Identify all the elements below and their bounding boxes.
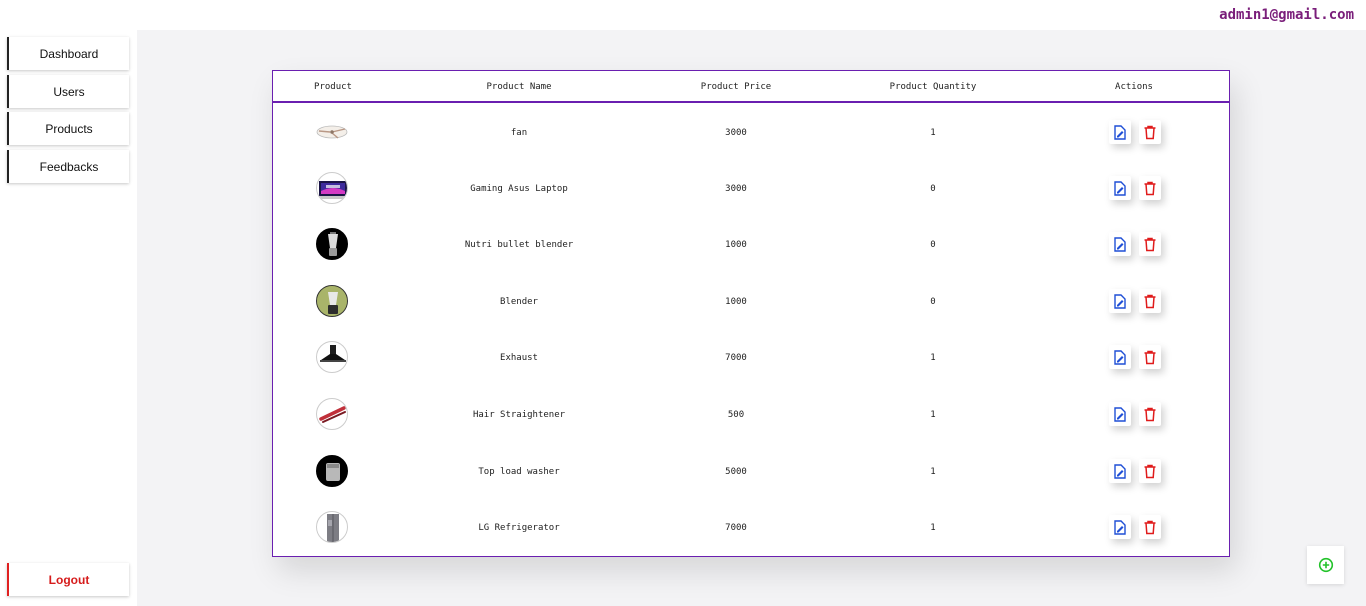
trash-icon: [1144, 181, 1156, 195]
table-row: LG Refrigerator 7000 1: [273, 499, 1229, 555]
product-price: 1000: [725, 240, 747, 250]
product-name: LG Refrigerator: [478, 523, 560, 533]
trash-icon: [1144, 464, 1156, 478]
trash-icon: [1144, 350, 1156, 364]
sidebar: Dashboard Users Products Feedbacks Logou…: [0, 0, 137, 606]
sidebar-item-label: Feedbacks: [39, 159, 99, 174]
delete-button[interactable]: [1139, 120, 1161, 144]
sidebar-item-label: Users: [53, 84, 85, 99]
table-row: Nutri bullet blender 1000 0: [273, 216, 1229, 272]
product-name: Hair Straightener: [472, 410, 566, 420]
edit-button[interactable]: [1109, 459, 1131, 483]
sidebar-item-users[interactable]: Users: [7, 75, 129, 108]
table-row: Gaming Asus Laptop 3000 0: [273, 160, 1229, 216]
logout-label: Logout: [48, 572, 90, 587]
product-price: 3000: [725, 128, 747, 138]
column-header-actions: Actions: [1115, 82, 1153, 92]
edit-button[interactable]: [1109, 515, 1131, 539]
product-quantity: 0: [930, 240, 936, 250]
product-quantity: 0: [930, 184, 936, 194]
sidebar-item-label: Dashboard: [39, 46, 99, 61]
trash-icon: [1144, 407, 1156, 421]
edit-button[interactable]: [1109, 232, 1131, 256]
column-header-product-price: Product Price: [700, 82, 772, 92]
trash-icon: [1144, 125, 1156, 139]
product-name: Blender: [500, 297, 538, 307]
table-row: Top load washer 5000 1: [273, 443, 1229, 499]
product-quantity: 0: [930, 297, 936, 307]
product-price: 7000: [725, 353, 747, 363]
product-name: fan: [510, 128, 528, 138]
sidebar-item-label: Products: [45, 121, 93, 136]
refrigerator-thumbnail: [316, 511, 348, 543]
edit-icon: [1114, 293, 1126, 309]
edit-button[interactable]: [1109, 345, 1131, 369]
delete-button[interactable]: [1139, 176, 1161, 200]
fan-thumbnail: [316, 116, 348, 148]
delete-button[interactable]: [1139, 515, 1161, 539]
product-quantity: 1: [930, 128, 936, 138]
add-product-button[interactable]: [1307, 546, 1344, 584]
product-price: 5000: [725, 467, 747, 477]
sidebar-item-dashboard[interactable]: Dashboard: [7, 37, 129, 70]
exhaust-hood-thumbnail: [316, 341, 348, 373]
column-header-product-quantity: Product Quantity: [889, 82, 977, 92]
blender-thumbnail: [316, 285, 348, 317]
edit-icon: [1114, 236, 1126, 252]
products-table: Product Product Name Product Price Produ…: [272, 70, 1230, 557]
product-name: Gaming Asus Laptop: [470, 184, 568, 194]
product-quantity: 1: [930, 467, 936, 477]
product-quantity: 1: [930, 410, 936, 420]
logout-button[interactable]: Logout: [7, 563, 129, 596]
delete-button[interactable]: [1139, 345, 1161, 369]
plus-circle-icon: [1318, 557, 1333, 573]
hair-straightener-thumbnail: [316, 398, 348, 430]
product-price: 3000: [725, 184, 747, 194]
product-name: Exhaust: [500, 353, 538, 363]
sidebar-item-feedbacks[interactable]: Feedbacks: [7, 150, 129, 183]
table-row: Blender 1000 0: [273, 273, 1229, 329]
trash-icon: [1144, 294, 1156, 308]
product-price: 1000: [725, 297, 747, 307]
delete-button[interactable]: [1139, 232, 1161, 256]
edit-icon: [1114, 406, 1126, 422]
table-header: Product Product Name Product Price Produ…: [273, 71, 1229, 103]
product-name: Nutri bullet blender: [464, 240, 574, 250]
product-quantity: 1: [930, 353, 936, 363]
edit-icon: [1114, 463, 1126, 479]
washer-thumbnail: [316, 455, 348, 487]
edit-icon: [1114, 349, 1126, 365]
edit-icon: [1114, 124, 1126, 140]
edit-button[interactable]: [1109, 289, 1131, 313]
edit-button[interactable]: [1109, 176, 1131, 200]
product-name: Top load washer: [478, 467, 560, 477]
table-row: fan 3000 1: [273, 104, 1229, 160]
delete-button[interactable]: [1139, 459, 1161, 483]
trash-icon: [1144, 520, 1156, 534]
product-price: 7000: [725, 523, 747, 533]
edit-button[interactable]: [1109, 120, 1131, 144]
top-bar: admin1@gmail.com: [137, 0, 1366, 30]
sidebar-item-products[interactable]: Products: [7, 112, 129, 145]
laptop-thumbnail: [316, 172, 348, 204]
product-price: 500: [727, 410, 745, 420]
edit-icon: [1114, 180, 1126, 196]
column-header-product-name: Product Name: [486, 82, 552, 92]
edit-button[interactable]: [1109, 402, 1131, 426]
trash-icon: [1144, 237, 1156, 251]
delete-button[interactable]: [1139, 402, 1161, 426]
table-row: Hair Straightener 500 1: [273, 386, 1229, 442]
delete-button[interactable]: [1139, 289, 1161, 313]
blender-thumbnail: [316, 228, 348, 260]
user-email: admin1@gmail.com: [1219, 7, 1354, 23]
edit-icon: [1114, 519, 1126, 535]
product-quantity: 1: [930, 523, 936, 533]
column-header-product: Product: [314, 82, 352, 92]
table-row: Exhaust 7000 1: [273, 329, 1229, 385]
